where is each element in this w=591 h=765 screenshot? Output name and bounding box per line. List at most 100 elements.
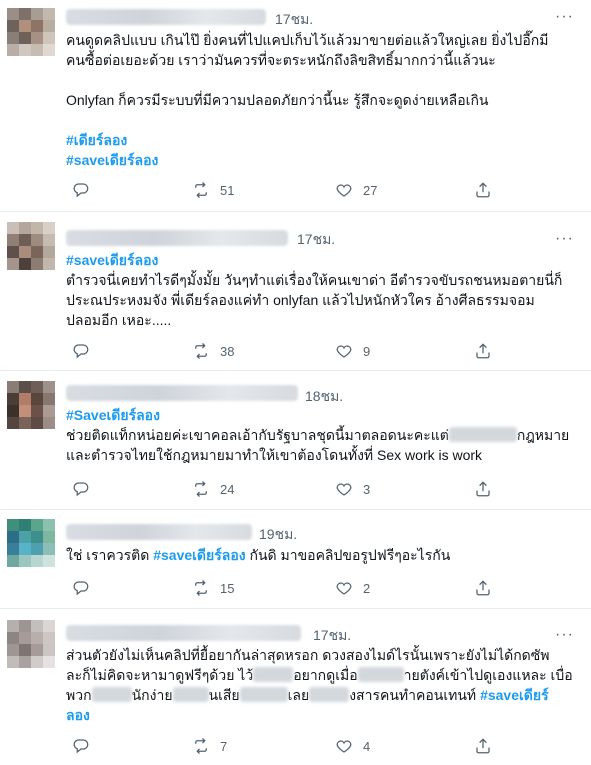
timestamp[interactable]: 17ชม. — [313, 625, 351, 647]
text-span: กันดิ มาขอคลิปขอรูปฟรีๆอะไรกัน — [245, 547, 451, 563]
avatar[interactable] — [7, 8, 55, 56]
redacted-text — [357, 667, 404, 682]
share-icon — [474, 342, 492, 360]
author-name[interactable] — [66, 625, 301, 641]
avatar[interactable] — [7, 620, 55, 668]
hashtag-link[interactable]: #saveเดียร์ลอง — [66, 152, 158, 168]
retweet-button[interactable]: 51 — [192, 180, 234, 200]
like-button[interactable]: 4 — [335, 736, 370, 756]
like-button[interactable]: 27 — [335, 180, 377, 200]
tweet-card[interactable]: 17ชม. ··· คนดูดคลิปแบบ เกินไป๊ ยิ่งคนที่… — [0, 0, 591, 211]
like-button[interactable]: 3 — [335, 479, 370, 499]
reply-button[interactable] — [72, 180, 100, 200]
tweet-actions: 38 9 — [72, 341, 552, 361]
text-span: กฎหมาย — [516, 427, 570, 443]
retweet-icon — [192, 737, 210, 755]
redacted-text — [253, 667, 294, 682]
retweet-count: 24 — [220, 481, 235, 497]
share-icon — [474, 480, 492, 498]
retweet-icon — [192, 342, 210, 360]
timestamp[interactable]: 17ชม. — [297, 229, 335, 251]
author-name[interactable] — [66, 524, 252, 540]
like-count: 9 — [363, 343, 371, 359]
tweet-feed: 17ชม. ··· คนดูดคลิปแบบ เกินไป๊ ยิ่งคนที่… — [0, 0, 591, 765]
like-button[interactable]: 2 — [335, 578, 370, 598]
tweet-card[interactable]: 18ชม. #Saveเดียร์ลอง ช่วยติดแท็กหน่อยค่ะเ… — [0, 371, 591, 509]
tweet-text-line: ปลอมอีก เหอะ..... — [66, 310, 576, 330]
like-count: 2 — [363, 580, 371, 596]
tweet-card[interactable]: 17ชม. ··· ส่วนตัวยังไม่เห็นคลิปที่ยื้อยา… — [0, 609, 591, 765]
text-span: ละก็ไม่คิดจะหามาดูฟรีๆด้วย ไว้ — [66, 667, 254, 683]
share-button[interactable] — [474, 341, 492, 361]
tweet-text-line: #saveเดียร์ลอง — [66, 150, 576, 170]
like-button[interactable]: 9 — [335, 341, 370, 361]
share-button[interactable] — [474, 736, 492, 756]
tweet-text: #Saveเดียร์ลองช่วยติดแท็กหน่อยค่ะเขาคอลเ… — [66, 405, 576, 465]
text-span: คนซื้อต่อเยอะด้วย เราว่ามันควรที่จะตระหน… — [66, 52, 496, 68]
retweet-button[interactable]: 38 — [192, 341, 234, 361]
share-icon — [474, 737, 492, 755]
tweet-actions: 74 — [72, 736, 552, 756]
hashtag-link[interactable]: #เดียร์ลอง — [66, 132, 127, 148]
tweet-card[interactable]: 19ชม. ใช่ เราควรติด #saveเดียร์ลอง กันดิ… — [0, 510, 591, 608]
text-span: ตำรวจนี่เคยทำไรดีๆมั้งมั้ย วันๆทำแต่เรื่… — [66, 272, 563, 288]
redacted-text — [448, 427, 517, 442]
avatar[interactable] — [7, 381, 55, 429]
tweet-text: คนดูดคลิปแบบ เกินไป๊ ยิ่งคนที่ไปแคปเก็บไ… — [66, 30, 576, 170]
reply-icon — [72, 181, 90, 199]
tweet-text-line: #saveเดียร์ลอง — [66, 250, 576, 270]
text-span: ส่วนตัวยังไม่เห็นคลิปที่ยื้อยากันล่าสุดห… — [66, 647, 550, 663]
text-span: พวก — [66, 687, 92, 703]
tweet-actions: 24 3 — [72, 479, 552, 499]
retweet-icon — [192, 579, 210, 597]
tweet-text-line — [66, 70, 576, 90]
share-icon — [474, 181, 492, 199]
hashtag-link[interactable]: #Saveเดียร์ลอง — [66, 407, 160, 423]
share-button[interactable] — [474, 180, 492, 200]
retweet-button[interactable]: 7 — [192, 736, 227, 756]
more-options-icon[interactable]: ··· — [555, 231, 574, 247]
redacted-text — [239, 687, 288, 702]
avatar[interactable] — [7, 222, 55, 270]
like-count: 4 — [363, 738, 371, 754]
tweet-actions: 51 27 — [72, 180, 552, 200]
tweet-card[interactable]: 17ชม. ··· #saveเดียร์ลองตำรวจนี่เคยทำไรด… — [0, 212, 591, 370]
text-span: ายตังค์เข้าไปดูเองแหละ เบื่อ — [403, 667, 573, 683]
hashtag-link[interactable]: ลอง — [66, 707, 90, 723]
share-icon — [474, 579, 492, 597]
tweet-text-line: ใช่ เราควรติด #saveเดียร์ลอง กันดิ มาขอค… — [66, 545, 576, 565]
tweet-text: ใช่ เราควรติด #saveเดียร์ลอง กันดิ มาขอค… — [66, 545, 576, 565]
hashtag-link[interactable]: #saveเดียร์ลอง — [66, 252, 158, 268]
text-span: ประณประหงมจัง พี่เดียร์ลองแค่ทำ onlyfan … — [66, 292, 535, 308]
reply-button[interactable] — [72, 341, 100, 361]
author-name[interactable] — [66, 230, 288, 246]
avatar[interactable] — [7, 519, 55, 567]
retweet-icon — [192, 480, 210, 498]
reply-button[interactable] — [72, 736, 100, 756]
tweet-text-line: ช่วยติดแท็กหน่อยค่ะเขาคอลเอ้ากับรัฐบาลชุ… — [66, 425, 576, 445]
share-button[interactable] — [474, 578, 492, 598]
tweet-text-line: ลอง — [66, 705, 576, 725]
heart-icon — [335, 579, 353, 597]
author-name[interactable] — [66, 385, 298, 401]
hashtag-link[interactable]: #saveเดียร์ — [480, 687, 549, 703]
text-span: คนดูดคลิปแบบ เกินไป๊ ยิ่งคนที่ไปแคปเก็บไ… — [66, 32, 549, 48]
heart-icon — [335, 342, 353, 360]
retweet-count: 38 — [220, 343, 235, 359]
reply-button[interactable] — [72, 578, 100, 598]
tweet-actions: 15 2 — [72, 578, 552, 598]
more-options-icon[interactable]: ··· — [555, 9, 574, 25]
redacted-text — [309, 687, 350, 702]
timestamp[interactable]: 17ชม. — [275, 9, 313, 31]
retweet-button[interactable]: 24 — [192, 479, 234, 499]
timestamp[interactable]: 19ชม. — [259, 524, 297, 546]
share-button[interactable] — [474, 479, 492, 499]
retweet-button[interactable]: 15 — [192, 578, 234, 598]
more-options-icon[interactable]: ··· — [555, 627, 574, 643]
hashtag-link[interactable]: #saveเดียร์ลอง — [153, 547, 245, 563]
reply-button[interactable] — [72, 479, 100, 499]
text-span: Onlyfan ก็ควรมีระบบที่มีความปลอดภัยกว่าน… — [66, 92, 489, 108]
like-count: 27 — [363, 182, 378, 198]
author-name[interactable] — [66, 9, 266, 25]
text-span: อยากดูเมื่อ — [293, 667, 358, 683]
